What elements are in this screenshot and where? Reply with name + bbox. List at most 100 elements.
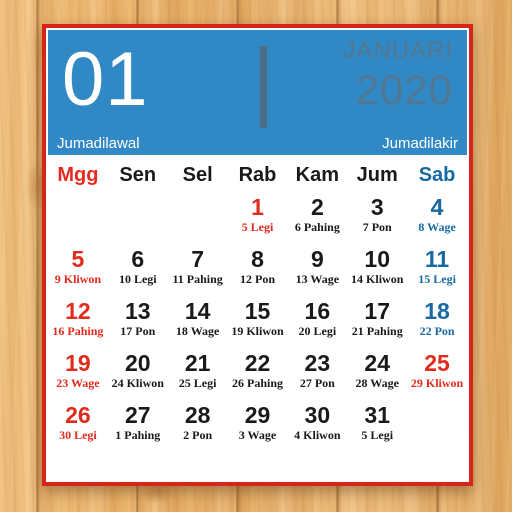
date-cell[interactable]: 29 3 Wage [228, 400, 288, 452]
date-cell[interactable]: 21 25 Legi [168, 348, 228, 400]
date-number: 18 [424, 298, 450, 324]
date-cell[interactable]: 15 19 Kliwon [228, 296, 288, 348]
date-cell[interactable]: 31 5 Legi [347, 400, 407, 452]
date-number: 13 [124, 298, 151, 324]
date-cell[interactable]: 7 11 Pahing [168, 244, 228, 296]
date-pasaran-label: 25 Legi [178, 376, 217, 390]
date-cell[interactable]: 48 Wage [407, 192, 467, 244]
date-pasaran-label: 24 Kliwon [111, 376, 164, 390]
weekday-header-sen: Sen [119, 164, 157, 186]
date-cell[interactable]: 11 15 Legi [407, 244, 467, 296]
date-pasaran-label: 30 Legi [59, 428, 97, 442]
date-cell[interactable]: 15 Legi [228, 192, 288, 244]
date-pasaran-label: 15 Legi [418, 272, 456, 286]
date-number: 25 [424, 350, 450, 376]
header-day-number: 01 [62, 37, 149, 122]
date-number: 16 [304, 298, 331, 324]
date-cell[interactable]: 26 30 Legi [48, 400, 108, 452]
date-cell[interactable]: 18 22 Pon [407, 296, 467, 348]
date-cell[interactable]: 37 Pon [347, 192, 407, 244]
date-pasaran-label: 29 Kliwon [410, 376, 464, 390]
date-number: 31 [364, 402, 390, 428]
date-cell[interactable]: 19 23 Wage [48, 348, 108, 400]
date-number: 14 [184, 298, 211, 324]
weekday-header-sel: Sel [182, 164, 213, 186]
weekday-header-kam: Kam [295, 164, 340, 186]
date-cell[interactable]: 16 20 Legi [287, 296, 347, 348]
date-cell[interactable]: 14 18 Wage [168, 296, 228, 348]
date-cell[interactable]: 8 12 Pon [228, 244, 288, 296]
date-cell[interactable]: 13 17 Pon [108, 296, 168, 348]
weekday-header-sab: Sab [418, 164, 456, 186]
header-divider [260, 46, 267, 128]
calendar-card: 01 JANUARI 2020 Jumadilawal Jumadilakir … [42, 24, 473, 486]
javanese-month-start-label: Jumadilawal [57, 135, 140, 152]
date-cell[interactable]: 25 29 Kliwon [407, 348, 467, 400]
date-number: 27 [124, 402, 151, 428]
date-cell[interactable]: 12 16 Pahing [48, 296, 108, 348]
date-pasaran-label: 21 Pahing [351, 324, 403, 338]
date-pasaran-label: 18 Wage [175, 324, 220, 338]
date-cell[interactable]: 6 10 Legi [108, 244, 168, 296]
date-number: 30 [304, 402, 331, 428]
date-cell[interactable]: 20 24 Kliwon [108, 348, 168, 400]
date-number: 2 [310, 194, 324, 220]
date-cell[interactable]: 9 13 Wage [287, 244, 347, 296]
date-pasaran-label: 13 Wage [295, 272, 340, 286]
date-pasaran-label: 12 Pon [239, 272, 275, 286]
date-pasaran-label: 22 Pon [419, 324, 455, 338]
date-number: 9 [310, 246, 324, 272]
date-number: 22 [244, 350, 271, 376]
header-month-label: JANUARI [343, 37, 453, 64]
date-pasaran-label: 5 Legi [361, 428, 394, 442]
date-grid: 15 Legi 2 6 Pahing 3 7 Pon 4 8 Wage 5 9 Kliwon 6 1… [48, 192, 467, 452]
date-number: 12 [65, 298, 91, 324]
date-number: 4 [430, 194, 444, 220]
date-number: 23 [304, 350, 331, 376]
date-pasaran-label: 16 Pahing [52, 324, 104, 338]
date-number: 20 [124, 350, 151, 376]
date-number: 19 [65, 350, 91, 376]
date-cell[interactable]: 30 4 Kliwon [287, 400, 347, 452]
weekday-header-row: Mgg Sen Sel Rab Kam Jum Sab [48, 155, 467, 192]
weekday-header-jum: Jum [356, 164, 398, 186]
date-pasaran-label: 17 Pon [120, 324, 156, 338]
date-pasaran-label: 4 Kliwon [294, 428, 341, 442]
date-cell[interactable]: 28 2 Pon [168, 400, 228, 452]
date-pasaran-label: 6 Pahing [294, 220, 340, 234]
date-number: 26 [65, 402, 91, 428]
date-number: 6 [131, 246, 145, 272]
weekday-header-rab: Rab [238, 164, 277, 186]
date-cell[interactable]: 23 27 Pon [287, 348, 347, 400]
date-cell[interactable]: 59 Kliwon [48, 244, 108, 296]
date-number: 1 [251, 194, 264, 220]
calendar-inner: 01 JANUARI 2020 Jumadilawal Jumadilakir … [48, 30, 467, 480]
date-number: 21 [184, 350, 211, 376]
date-pasaran-label: 11 Pahing [172, 272, 223, 286]
date-number: 17 [364, 298, 390, 324]
date-pasaran-label: 1 Pahing [115, 428, 161, 442]
date-pasaran-label: 3 Wage [238, 428, 277, 442]
date-pasaran-label: 20 Legi [298, 324, 337, 338]
date-cell[interactable]: 22 26 Pahing [228, 348, 288, 400]
date-cell[interactable]: 26 Pahing [287, 192, 347, 244]
header-month-year: JANUARI 2020 [343, 36, 453, 114]
date-pasaran-label: 26 Pahing [231, 376, 283, 390]
date-cell[interactable]: 24 28 Wage [347, 348, 407, 400]
date-number: 24 [364, 350, 390, 376]
date-pasaran-label: 7 Pon [362, 220, 392, 234]
date-cell[interactable]: 10 14 Kliwon [347, 244, 407, 296]
date-pasaran-label: 28 Wage [355, 376, 399, 390]
date-number: 8 [251, 246, 264, 272]
date-number: 15 [244, 298, 271, 324]
date-number: 3 [370, 194, 384, 220]
date-cell[interactable]: 27 1 Pahing [108, 400, 168, 452]
date-number: 28 [184, 402, 211, 428]
date-pasaran-label: 8 Wage [418, 220, 456, 234]
date-number: 29 [244, 402, 271, 428]
date-number: 7 [191, 246, 205, 272]
date-pasaran-label: 2 Pon [183, 428, 213, 442]
header-year-label: 2020 [355, 66, 453, 113]
weekday-header-mgg: Mgg [57, 164, 99, 186]
date-cell[interactable]: 17 21 Pahing [347, 296, 407, 348]
